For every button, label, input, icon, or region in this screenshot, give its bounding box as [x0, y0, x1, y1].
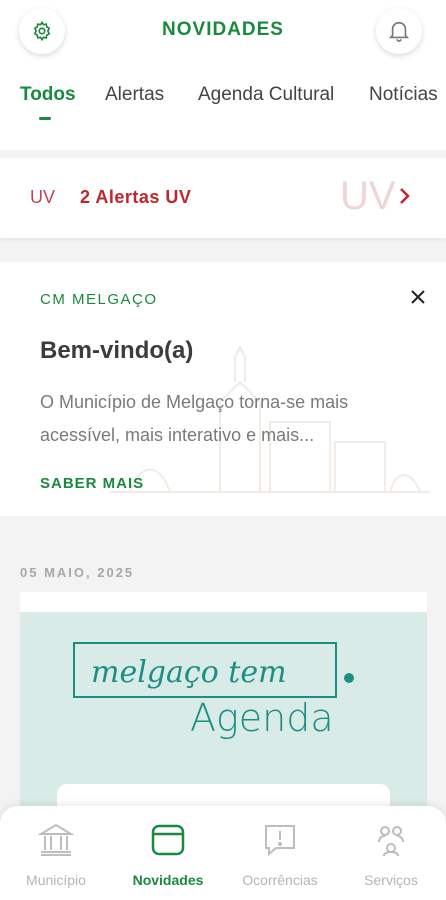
uv-watermark: UV	[340, 174, 396, 218]
bell-icon	[388, 21, 410, 42]
agenda-title: Agenda	[190, 696, 334, 740]
logo-text: melgaço tem	[91, 655, 287, 690]
news-icon	[151, 824, 185, 856]
nav-label-servicos: Serviços	[364, 872, 418, 888]
active-tab-indicator	[39, 117, 51, 120]
close-icon	[411, 290, 425, 304]
nav-ocorrencias[interactable]: Ocorrências	[230, 820, 330, 888]
bottom-navigation: Município Novidades Ocorrências Serviços	[0, 806, 446, 900]
services-icon	[378, 826, 404, 857]
agenda-post-card[interactable]: melgaço tem Agenda	[20, 592, 427, 832]
tab-alertas[interactable]: Alertas	[105, 84, 164, 106]
melgaco-tem-logo: melgaço tem	[73, 642, 354, 698]
tab-bar: Todos Alertas Agenda Cultural Notícias	[0, 84, 446, 124]
nav-label-ocorrencias: Ocorrências	[242, 872, 318, 888]
nav-municipio[interactable]: Município	[6, 820, 106, 888]
welcome-source: CM MELGAÇO	[40, 291, 158, 308]
welcome-title: Bem-vindo(a)	[40, 337, 194, 364]
uv-alert-text: 2 Alertas UV	[80, 187, 192, 207]
tab-todos[interactable]: Todos	[20, 84, 76, 106]
report-icon	[265, 825, 295, 857]
notifications-button[interactable]	[376, 8, 422, 54]
uv-alert-card[interactable]: UV 2 Alertas UV UV	[0, 158, 446, 238]
close-button[interactable]	[405, 284, 431, 310]
app-header: NOVIDADES Todos Alertas Agenda Cultural …	[0, 0, 446, 150]
nav-servicos[interactable]: Serviços	[341, 820, 441, 888]
nav-label-municipio: Município	[26, 872, 86, 888]
tab-noticias[interactable]: Notícias	[369, 84, 438, 106]
saber-mais-link[interactable]: SABER MAIS	[40, 475, 144, 492]
feed-date: 05 MAIO, 2025	[20, 565, 135, 580]
agenda-banner: melgaço tem Agenda	[20, 612, 427, 832]
bank-icon	[38, 823, 74, 856]
tab-agenda-cultural[interactable]: Agenda Cultural	[198, 84, 334, 106]
nav-novidades[interactable]: Novidades	[118, 820, 218, 888]
uv-label: UV	[30, 187, 56, 207]
chevron-right-icon	[400, 188, 410, 204]
welcome-body: O Município de Melgaço torna-se mais ace…	[40, 392, 349, 445]
welcome-card: CM MELGAÇO Bem-vindo(a) O Município de M…	[0, 262, 446, 516]
nav-label-novidades: Novidades	[132, 872, 204, 888]
